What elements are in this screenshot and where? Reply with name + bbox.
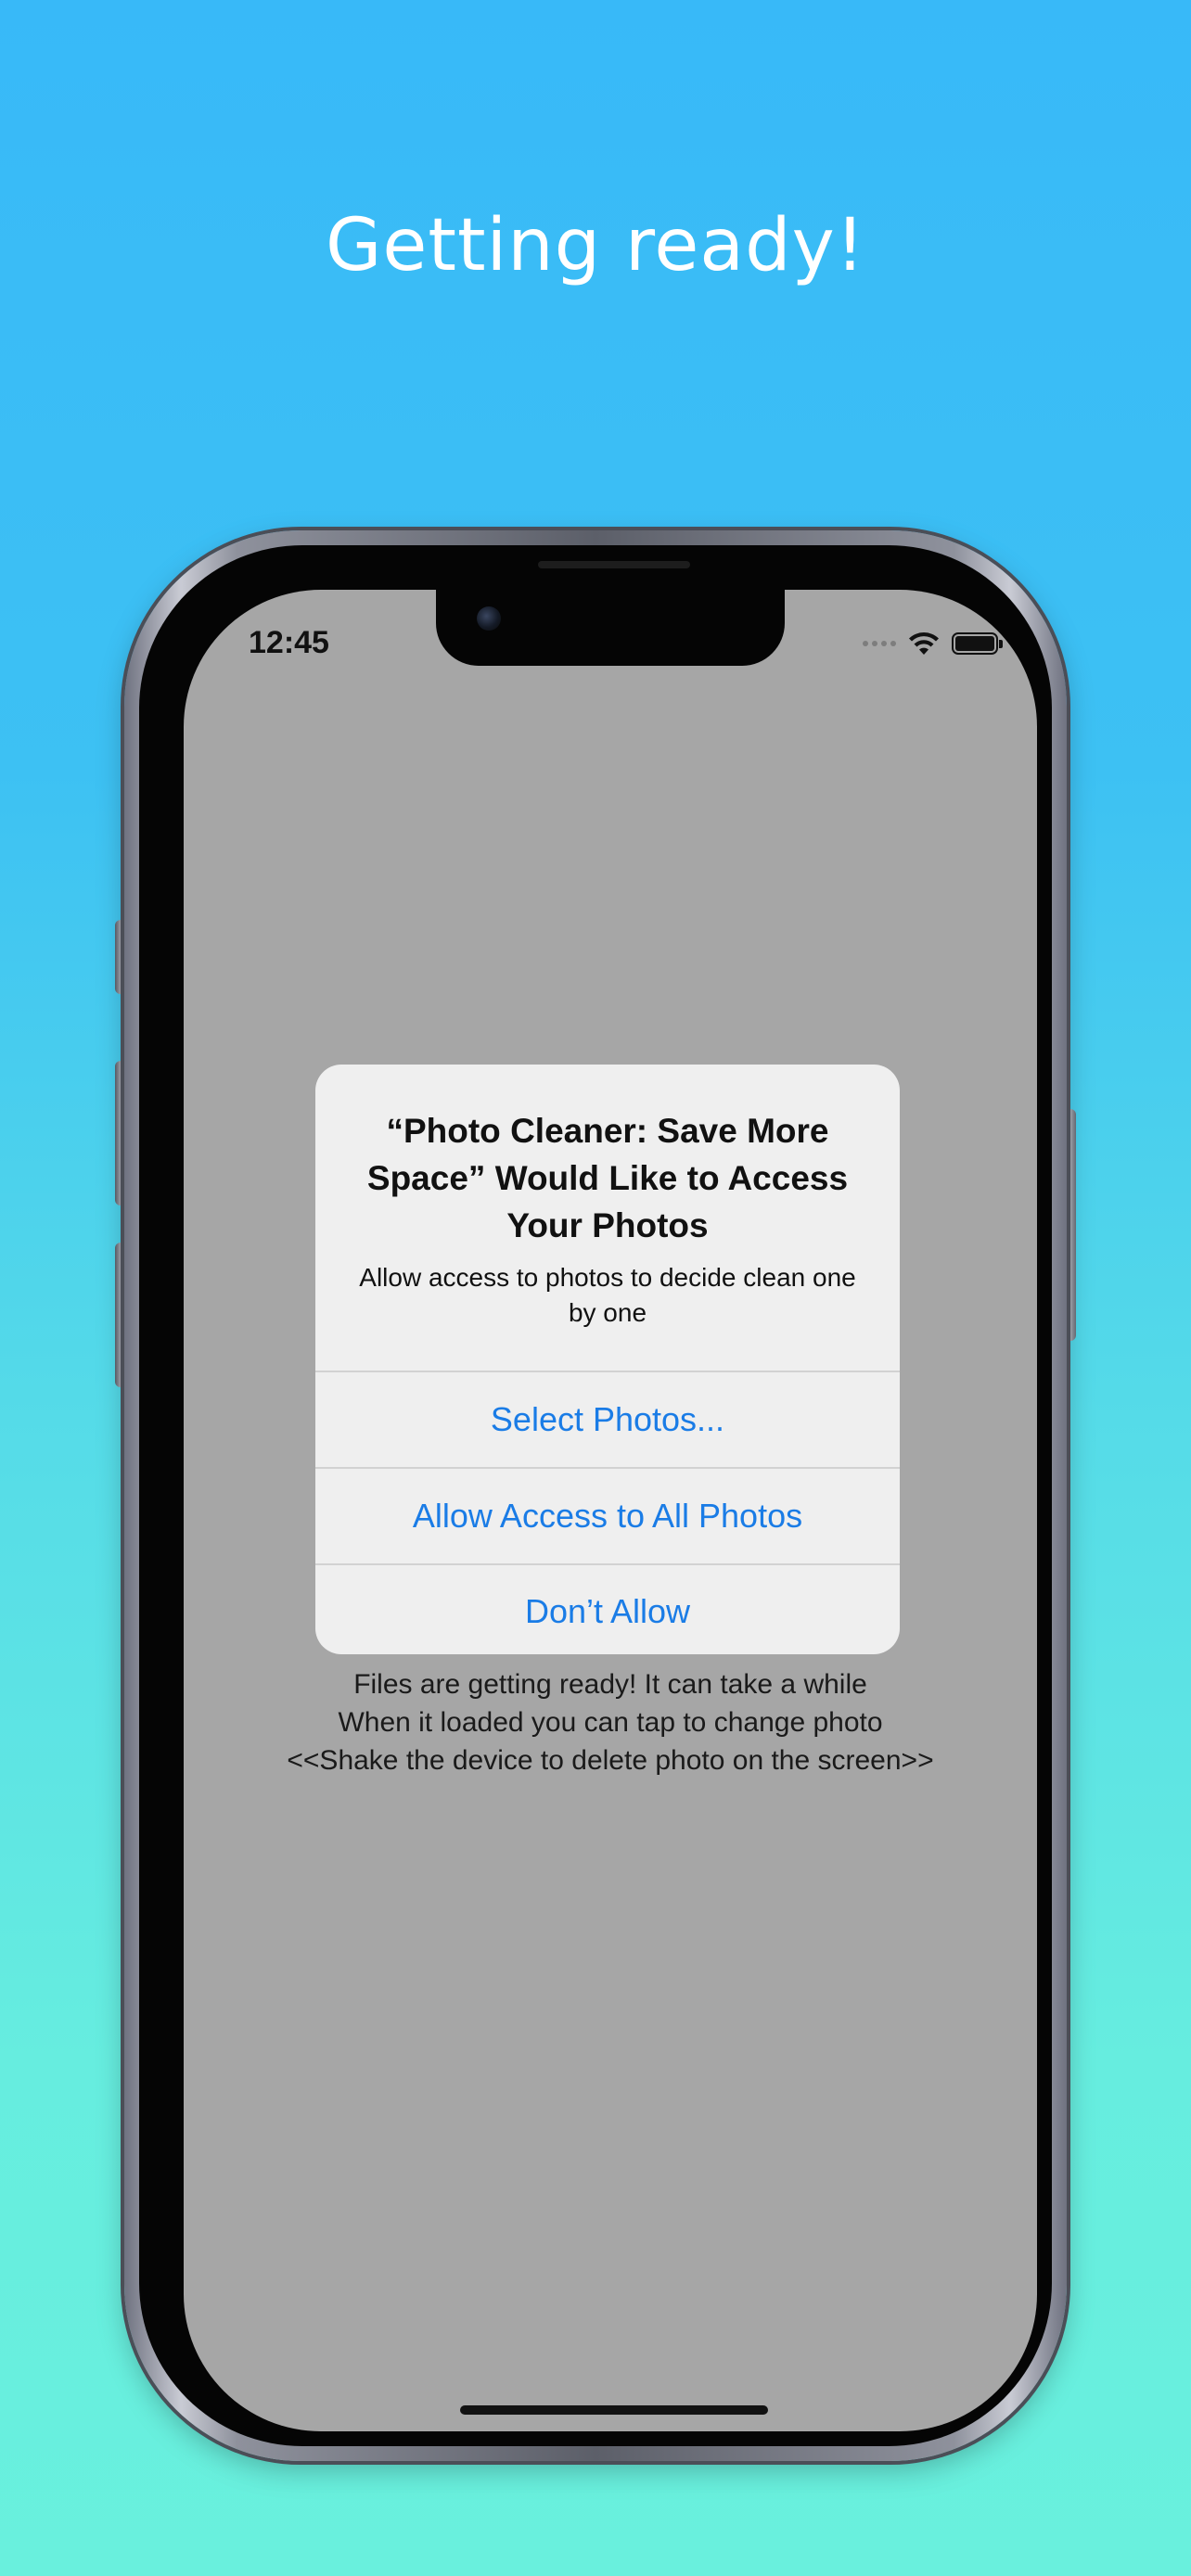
- front-camera-icon: [477, 606, 501, 631]
- phone-screen: 12:45 Files are getting ready! It can ta…: [184, 590, 1037, 2431]
- phone-bezel: 12:45 Files are getting ready! It can ta…: [139, 545, 1052, 2446]
- status-icons: [863, 627, 1003, 660]
- wifi-icon: [907, 631, 941, 657]
- photo-access-alert: “Photo Cleaner: Save More Space” Would L…: [315, 1065, 900, 1654]
- alert-message: Allow access to photos to decide clean o…: [359, 1263, 856, 1327]
- allow-all-photos-button[interactable]: Allow Access to All Photos: [315, 1467, 900, 1563]
- loading-instructions: Files are getting ready! It can take a w…: [184, 1665, 1037, 1779]
- instruction-line: <<Shake the device to delete photo on th…: [287, 1745, 934, 1776]
- speaker-grill: [538, 561, 690, 568]
- select-photos-button[interactable]: Select Photos...: [315, 1371, 900, 1467]
- promo-headline: Getting ready!: [325, 204, 866, 287]
- phone-frame: 12:45 Files are getting ready! It can ta…: [124, 530, 1067, 2461]
- instruction-line: When it loaded you can tap to change pho…: [338, 1707, 883, 1738]
- instruction-line: Files are getting ready! It can take a w…: [353, 1669, 867, 1700]
- status-time: 12:45: [249, 625, 329, 660]
- alert-body: “Photo Cleaner: Save More Space” Would L…: [315, 1065, 900, 1371]
- dont-allow-button[interactable]: Don’t Allow: [315, 1563, 900, 1654]
- home-indicator[interactable]: [460, 2405, 768, 2415]
- alert-title: “Photo Cleaner: Save More Space” Would L…: [366, 1112, 849, 1244]
- notch: [436, 590, 785, 666]
- battery-icon: [952, 632, 1003, 655]
- signal-dots-icon: [863, 641, 896, 646]
